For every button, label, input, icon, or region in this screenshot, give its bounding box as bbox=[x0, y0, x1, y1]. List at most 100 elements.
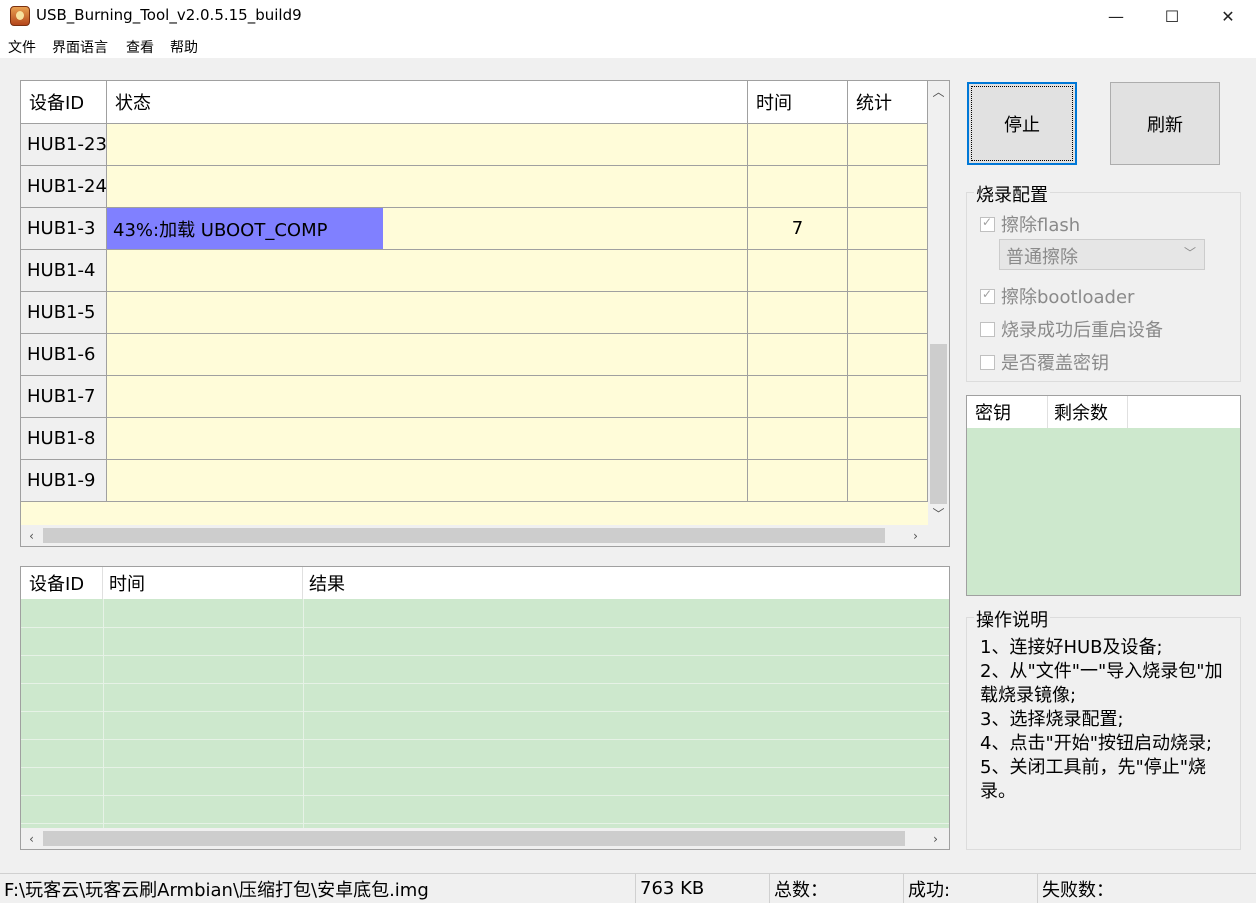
erase-mode-select[interactable]: 普通擦除 ﹀ bbox=[999, 239, 1205, 270]
checkbox-checked-icon[interactable] bbox=[980, 215, 995, 232]
log-grid-line bbox=[21, 739, 949, 740]
log-grid: 设备ID 时间 结果 ‹ › bbox=[20, 566, 950, 850]
device-id-cell[interactable]: HUB1-24 bbox=[21, 166, 107, 208]
stop-button[interactable]: 停止 bbox=[967, 82, 1077, 165]
col-header-status[interactable]: 状态 bbox=[107, 81, 748, 124]
scroll-right-icon[interactable]: › bbox=[907, 527, 924, 544]
status-fail: 失败数： bbox=[1042, 879, 1114, 901]
status-total: 总数： bbox=[770, 874, 904, 903]
scrollbar-thumb-h[interactable] bbox=[43, 831, 905, 846]
minimize-button[interactable]: — bbox=[1088, 0, 1144, 32]
erase-bootloader-checkbox[interactable]: 擦除bootloader bbox=[980, 283, 1134, 309]
checkbox-unchecked-icon[interactable] bbox=[980, 354, 995, 370]
status-file-path: F:\玩客云\玩客云刷Armbian\压缩打包\安卓底包.img bbox=[0, 874, 636, 903]
status-file-size: 763 KB bbox=[636, 874, 770, 903]
device-id-cell[interactable]: HUB1-23 bbox=[21, 124, 107, 166]
window-title: USB_Burning_Tool_v2.0.5.15_build9 bbox=[36, 6, 302, 24]
maximize-button[interactable]: ☐ bbox=[1144, 0, 1200, 32]
menu-file[interactable]: 文件 bbox=[8, 37, 36, 57]
grid-horizontal-scrollbar[interactable]: ‹ › bbox=[21, 525, 949, 546]
stat-cell bbox=[848, 124, 928, 166]
stat-cell bbox=[848, 376, 928, 418]
log-grid-line bbox=[21, 711, 949, 712]
time-cell bbox=[748, 166, 848, 208]
device-id-cell[interactable]: HUB1-4 bbox=[21, 250, 107, 292]
instructions-text: 1、连接好HUB及设备; 2、从"文件"一"导入烧录包"加载烧录镜像; 3、选择… bbox=[980, 636, 1225, 804]
menu-view[interactable]: 查看 bbox=[126, 37, 154, 57]
time-cell bbox=[748, 250, 848, 292]
status-cell bbox=[107, 334, 748, 376]
stat-cell bbox=[848, 460, 928, 502]
device-id-cell[interactable]: HUB1-7 bbox=[21, 376, 107, 418]
scroll-left-icon[interactable]: ‹ bbox=[23, 830, 40, 847]
refresh-button[interactable]: 刷新 bbox=[1110, 82, 1220, 165]
app-icon bbox=[10, 6, 30, 26]
device-id-cell[interactable]: HUB1-5 bbox=[21, 292, 107, 334]
title-bar: USB_Burning_Tool_v2.0.5.15_build9 — ☐ ✕ bbox=[0, 0, 1256, 32]
overwrite-key-label: 是否覆盖密钥 bbox=[1001, 353, 1109, 374]
stat-cell bbox=[848, 334, 928, 376]
time-cell bbox=[748, 418, 848, 460]
instruction-line: 3、选择烧录配置; bbox=[980, 709, 1124, 730]
stat-cell bbox=[848, 166, 928, 208]
log-grid-line bbox=[21, 795, 949, 796]
status-cell bbox=[107, 166, 748, 208]
device-id-cell[interactable]: HUB1-9 bbox=[21, 460, 107, 502]
log-grid-line bbox=[21, 823, 949, 824]
col-header-time[interactable]: 时间 bbox=[748, 81, 848, 124]
erase-bootloader-label: 擦除bootloader bbox=[1001, 287, 1135, 308]
log-grid-line bbox=[21, 627, 949, 628]
log-grid-line bbox=[21, 683, 949, 684]
log-grid-line bbox=[21, 767, 949, 768]
checkbox-checked-icon[interactable] bbox=[980, 287, 995, 304]
status-text: 43%:加载 UBOOT_COMP bbox=[113, 219, 328, 241]
log-col-time[interactable]: 时间 bbox=[103, 567, 303, 599]
grid-vertical-scrollbar[interactable]: ︿ ﹀ bbox=[928, 81, 949, 525]
instruction-line: 5、关闭工具前，先"停止"烧录。 bbox=[980, 757, 1207, 802]
scrollbar-thumb-h[interactable] bbox=[43, 528, 885, 543]
status-cell bbox=[107, 418, 748, 460]
instructions-title: 操作说明 bbox=[974, 606, 1050, 632]
menu-help[interactable]: 帮助 bbox=[170, 37, 198, 57]
key-table: 密钥 剩余数 bbox=[966, 395, 1241, 596]
instruction-line: 2、从"文件"一"导入烧录包"加载烧录镜像; bbox=[980, 661, 1223, 706]
time-cell bbox=[748, 124, 848, 166]
instruction-line: 1、连接好HUB及设备; bbox=[980, 637, 1163, 658]
col-header-device-id[interactable]: 设备ID bbox=[21, 81, 107, 124]
erase-flash-checkbox[interactable]: 擦除flash bbox=[980, 211, 1080, 237]
log-col-device-id[interactable]: 设备ID bbox=[21, 567, 103, 599]
scroll-left-icon[interactable]: ‹ bbox=[23, 527, 40, 544]
log-horizontal-scrollbar[interactable]: ‹ › bbox=[21, 828, 949, 849]
key-col-key[interactable]: 密钥 bbox=[967, 396, 1048, 428]
overwrite-key-checkbox[interactable]: 是否覆盖密钥 bbox=[980, 349, 1109, 375]
menu-bar: 文件 界面语言 查看 帮助 bbox=[0, 32, 1256, 58]
time-cell: 7 bbox=[748, 208, 848, 250]
scroll-down-icon[interactable]: ﹀ bbox=[930, 505, 947, 522]
scroll-right-icon[interactable]: › bbox=[927, 830, 944, 847]
status-success: 成功: bbox=[904, 874, 1038, 903]
burn-config-title: 烧录配置 bbox=[974, 181, 1050, 207]
time-cell bbox=[748, 292, 848, 334]
device-id-cell[interactable]: HUB1-6 bbox=[21, 334, 107, 376]
key-col-remaining[interactable]: 剩余数 bbox=[1048, 396, 1128, 428]
log-grid-divider bbox=[303, 599, 304, 828]
device-id-cell[interactable]: HUB1-8 bbox=[21, 418, 107, 460]
reboot-after-checkbox[interactable]: 烧录成功后重启设备 bbox=[980, 316, 1163, 342]
scroll-up-icon[interactable]: ︿ bbox=[930, 83, 947, 100]
close-button[interactable]: ✕ bbox=[1200, 0, 1256, 32]
menu-language[interactable]: 界面语言 bbox=[52, 37, 108, 57]
erase-mode-value: 普通擦除 bbox=[1006, 247, 1078, 268]
stat-cell bbox=[848, 250, 928, 292]
status-cell bbox=[107, 124, 748, 166]
stat-cell bbox=[848, 292, 928, 334]
checkbox-unchecked-icon[interactable] bbox=[980, 321, 995, 337]
log-col-result[interactable]: 结果 bbox=[303, 567, 943, 599]
instruction-line: 4、点击"开始"按钮启动烧录; bbox=[980, 733, 1213, 754]
col-header-stat[interactable]: 统计 bbox=[848, 81, 928, 124]
device-grid: 设备ID 状态 时间 统计 HUB1-23 HUB1-24 HUB1-3 43%:加载… bbox=[20, 80, 950, 547]
device-id-cell[interactable]: HUB1-3 bbox=[21, 208, 107, 250]
status-cell: 43%:加载 UBOOT_COMP bbox=[107, 208, 748, 250]
time-cell bbox=[748, 334, 848, 376]
log-grid-divider bbox=[103, 599, 104, 828]
scrollbar-thumb[interactable] bbox=[930, 344, 947, 504]
